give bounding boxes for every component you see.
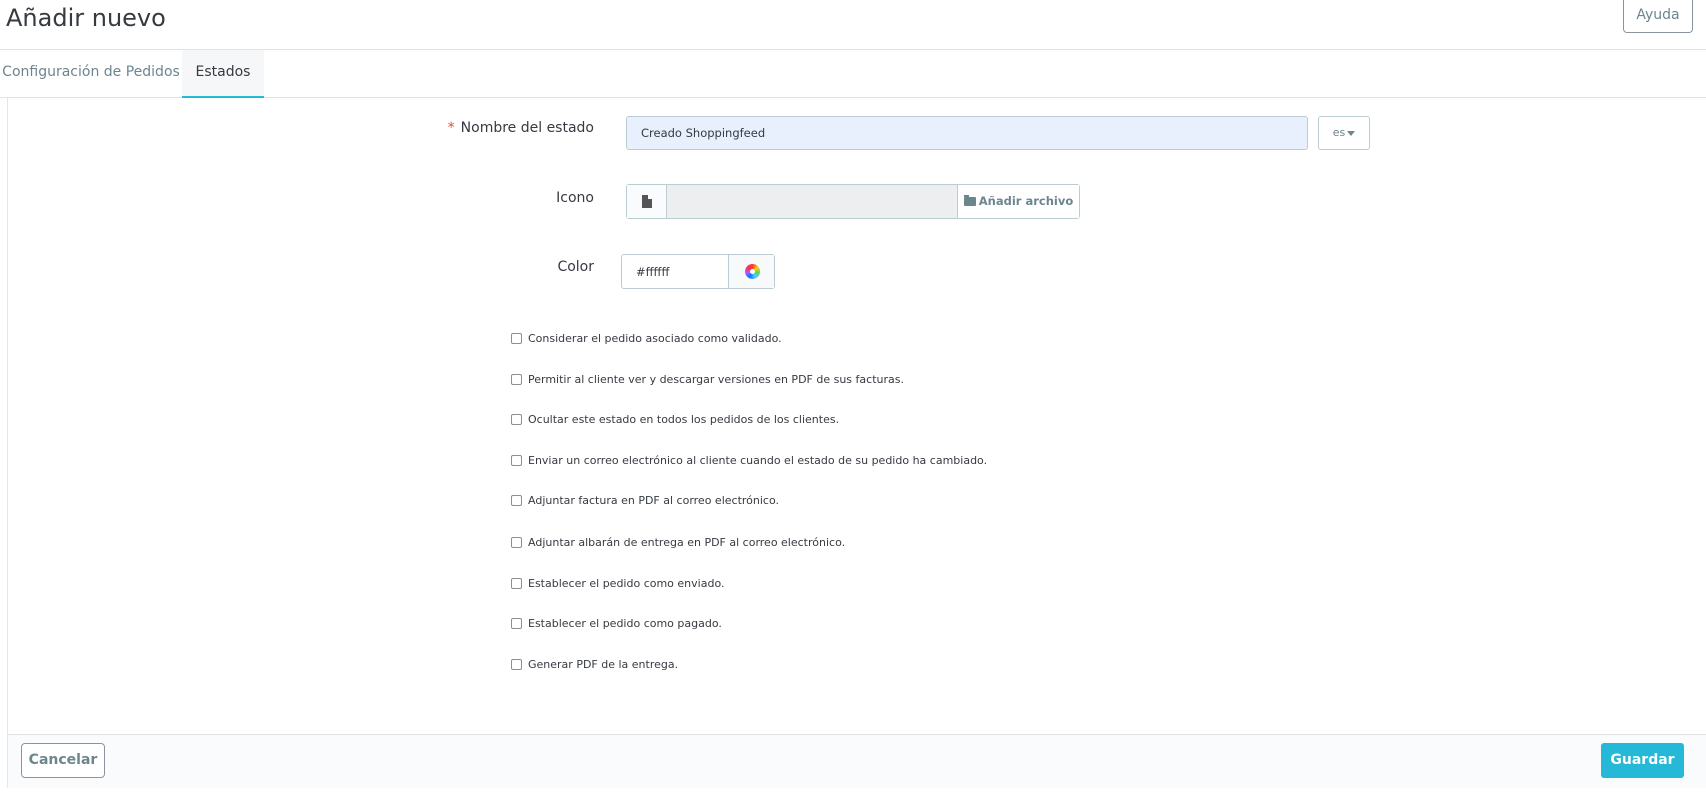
- status-name-input[interactable]: [626, 116, 1308, 150]
- checkbox-label: Permitir al cliente ver y descargar vers…: [528, 373, 904, 386]
- language-dropdown[interactable]: es: [1318, 116, 1370, 150]
- page-header: Añadir nuevo Ayuda: [0, 0, 1706, 50]
- status-name-label: * Nombre del estado: [400, 120, 594, 136]
- language-code: es: [1332, 126, 1346, 139]
- color-label: Color: [557, 259, 594, 275]
- color-group: [621, 254, 775, 289]
- caret-down-icon: [1347, 130, 1356, 136]
- file-icon-box: [627, 185, 667, 218]
- tab-bar: Configuración de Pedidos Estados: [0, 50, 1706, 98]
- checkbox-label: Considerar el pedido asociado como valid…: [528, 332, 782, 345]
- checkbox-label: Ocultar este estado en todos los pedidos…: [528, 413, 840, 426]
- icon-label: Icono: [556, 190, 594, 206]
- folder-open-icon: [963, 195, 976, 206]
- checkbox[interactable]: [511, 495, 522, 506]
- add-file-button[interactable]: Añadir archivo: [957, 185, 1079, 218]
- checkbox[interactable]: [511, 374, 522, 385]
- file-icon: [642, 195, 652, 208]
- checkbox[interactable]: [511, 578, 522, 589]
- checkbox[interactable]: [511, 414, 522, 425]
- page-title: Añadir nuevo: [6, 4, 166, 32]
- tab-order-configuration[interactable]: Configuración de Pedidos: [0, 50, 182, 98]
- checkbox[interactable]: [511, 333, 522, 344]
- icon-file-field[interactable]: [667, 185, 957, 218]
- required-mark: *: [447, 120, 455, 136]
- checkbox[interactable]: [511, 618, 522, 629]
- tab-statuses[interactable]: Estados: [182, 50, 264, 98]
- color-input[interactable]: [622, 255, 728, 288]
- status-name-label-text: Nombre del estado: [460, 120, 594, 136]
- cancel-button[interactable]: Cancelar: [21, 743, 105, 778]
- checkbox[interactable]: [511, 659, 522, 670]
- color-wheel-icon: [745, 264, 760, 279]
- save-button[interactable]: Guardar: [1601, 743, 1684, 778]
- color-picker-button[interactable]: [728, 255, 774, 288]
- checkbox-label: Establecer el pedido como pagado.: [528, 617, 722, 630]
- checkbox[interactable]: [511, 537, 522, 548]
- checkbox-label: Adjuntar albarán de entrega en PDF al co…: [528, 536, 846, 549]
- help-button[interactable]: Ayuda: [1623, 0, 1693, 33]
- form-footer: [7, 734, 1706, 788]
- icon-file-group: Añadir archivo: [626, 184, 1080, 219]
- checkbox-label: Generar PDF de la entrega.: [528, 658, 679, 671]
- checkbox-label: Enviar un correo electrónico al cliente …: [528, 454, 988, 467]
- checkbox-label: Establecer el pedido como enviado.: [528, 577, 725, 590]
- checkbox[interactable]: [511, 455, 522, 466]
- add-file-label: Añadir archivo: [978, 194, 1074, 208]
- checkbox-label: Adjuntar factura en PDF al correo electr…: [528, 494, 780, 507]
